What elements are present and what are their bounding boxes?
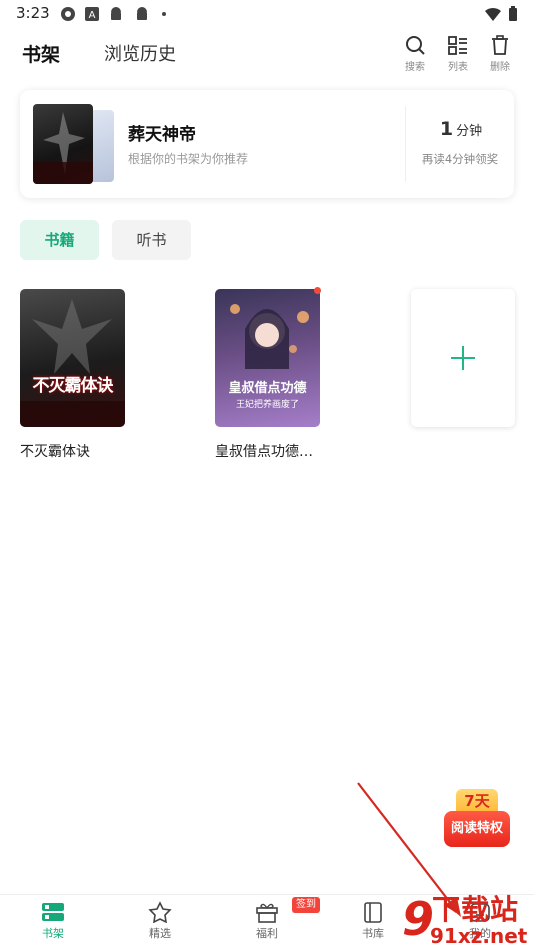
wifi-icon <box>485 7 501 21</box>
cover-subtitle: 王妃把养画废了 <box>235 400 299 410</box>
recommended-book-title: 葬天神帝 <box>128 125 196 145</box>
book-item[interactable]: 皇叔借点功德 王妃把养画废了 皇叔借点功德… <box>215 289 320 461</box>
promo-label: 阅读特权 <box>444 811 510 847</box>
status-time: 3:23 <box>16 4 50 22</box>
top-header: 书架 浏览历史 搜索 列表 删除 <box>0 30 534 80</box>
book-icon <box>364 902 382 923</box>
status-bar: 3:23 A <box>0 0 534 28</box>
recommendation-reason: 根据你的书架为你推荐 <box>128 152 249 166</box>
secondary-book-cover <box>90 110 114 182</box>
list-label: 列表 <box>448 62 468 73</box>
nav-welfare[interactable]: 福利 <box>237 901 297 941</box>
list-view-button[interactable]: 列表 <box>442 34 474 78</box>
book-item[interactable]: 不灭霸体诀 不灭霸体诀 <box>20 289 125 461</box>
recommended-book-cover <box>33 104 93 184</box>
nav-featured-label: 精选 <box>149 927 171 940</box>
reading-minutes: 1 分钟 <box>418 118 504 140</box>
nav-featured[interactable]: 精选 <box>130 901 190 941</box>
battery-icon <box>509 6 517 21</box>
nav-bookshelf-label: 书架 <box>42 927 64 940</box>
add-book-button[interactable] <box>411 289 515 427</box>
list-icon <box>448 36 467 55</box>
recommendation-card[interactable]: 葬天神帝 根据你的书架为你推荐 1 分钟 再读4分钟领奖 <box>20 90 514 198</box>
app-notification-icon <box>61 7 75 21</box>
promo-days: 7天 <box>456 789 498 813</box>
svg-text:A: A <box>89 10 96 21</box>
delete-label: 删除 <box>490 62 510 73</box>
card-divider <box>405 106 406 182</box>
watermark-brand: 下载站 <box>432 893 520 926</box>
filter-books-chip[interactable]: 书籍 <box>20 220 99 260</box>
nav-library-label: 书库 <box>362 927 384 940</box>
reward-progress-note: 再读4分钟领奖 <box>421 152 499 166</box>
update-dot <box>314 287 321 294</box>
more-notifications-dot <box>162 12 166 16</box>
android-icon-2 <box>137 7 147 20</box>
plus-icon-vertical <box>462 346 464 370</box>
cover-title: 皇叔借点功德 <box>228 381 307 396</box>
book-title: 皇叔借点功德… <box>215 444 313 460</box>
nav-welfare-label: 福利 <box>256 927 278 940</box>
site-watermark: 9 下载站 91xz.net <box>396 886 534 950</box>
watermark-url: 91xz.net <box>430 924 528 948</box>
android-icon <box>111 7 121 20</box>
nav-library[interactable]: 书库 <box>343 901 403 941</box>
reading-minutes-value: 1 <box>439 118 454 140</box>
translate-icon: A <box>85 7 99 21</box>
cover-title: 不灭霸体诀 <box>32 376 114 396</box>
search-button[interactable]: 搜索 <box>399 34 431 78</box>
reading-privilege-promo[interactable]: 7天 阅读特权 <box>444 789 510 857</box>
search-label: 搜索 <box>405 62 425 73</box>
sign-in-badge: 签到 <box>292 897 320 913</box>
reading-minutes-unit: 分钟 <box>456 124 483 139</box>
book-cover: 皇叔借点功德 王妃把养画废了 <box>215 289 320 427</box>
tab-bookshelf[interactable]: 书架 <box>22 40 60 67</box>
bookshelf-icon <box>42 903 64 921</box>
tab-browse-history[interactable]: 浏览历史 <box>104 40 176 66</box>
cover-art <box>20 299 125 427</box>
filter-audio-chip[interactable]: 听书 <box>112 220 191 260</box>
gift-icon <box>256 903 278 923</box>
delete-button[interactable]: 删除 <box>484 34 516 78</box>
nav-bookshelf[interactable]: 书架 <box>23 901 83 941</box>
book-title: 不灭霸体诀 <box>20 444 90 460</box>
search-icon <box>406 36 425 55</box>
star-icon <box>148 901 172 923</box>
cover-illustration <box>33 112 93 184</box>
book-cover: 不灭霸体诀 <box>20 289 125 427</box>
trash-icon <box>492 35 508 55</box>
